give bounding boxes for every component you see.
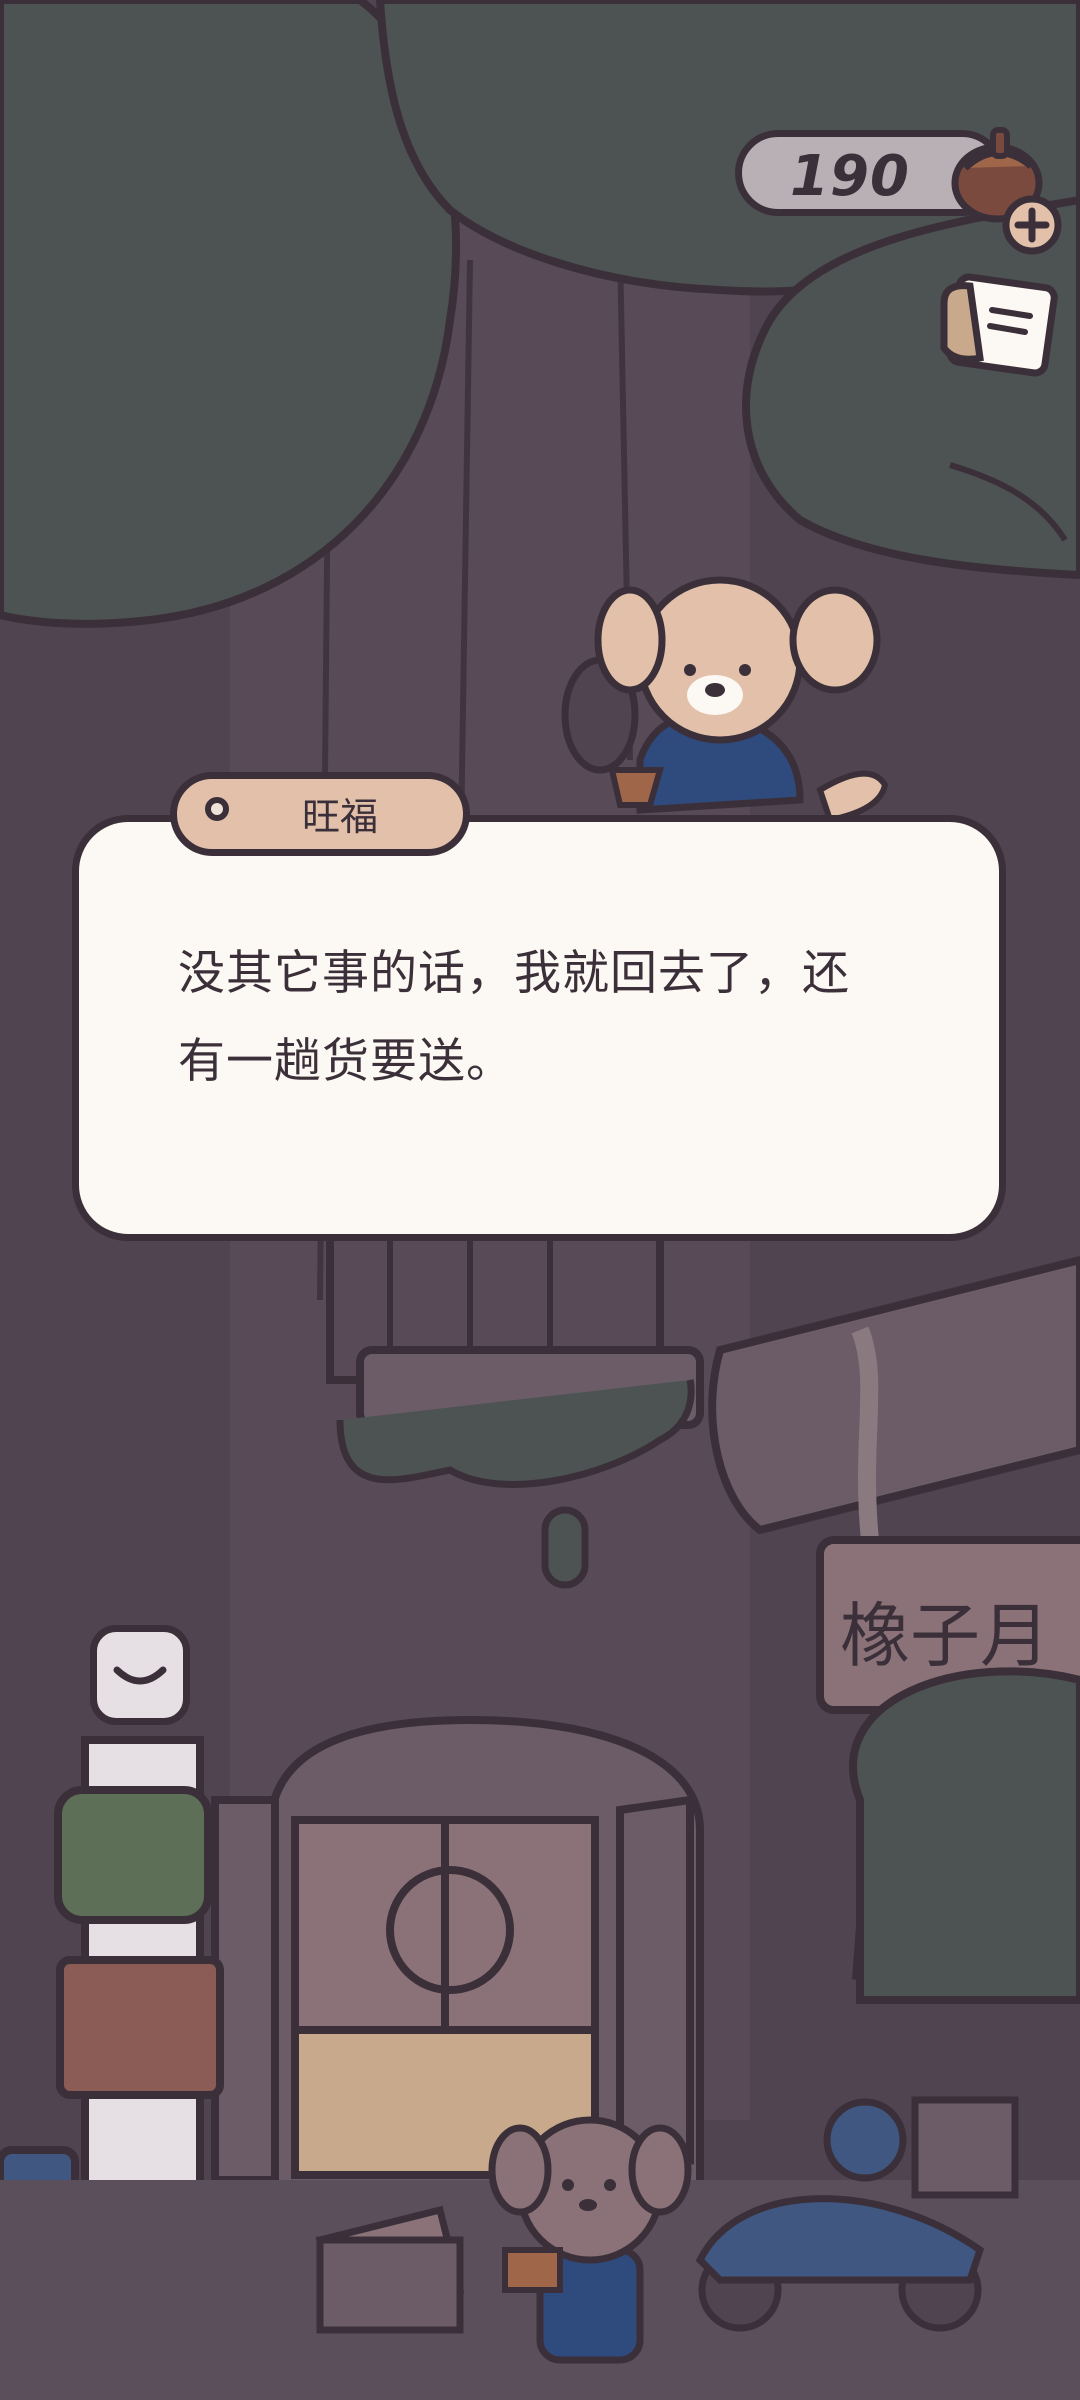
plus-icon[interactable] (1000, 193, 1064, 257)
currency-value: 190 (790, 143, 910, 209)
chevron-down-icon (113, 1666, 167, 1685)
speaker-name: 旺福 (301, 794, 378, 839)
sign-text: 橡子月 (840, 1595, 1050, 1677)
speaker-dot-icon (205, 797, 229, 821)
collapse-button[interactable] (90, 1625, 190, 1725)
note-card-icon[interactable] (930, 268, 1060, 388)
dialog-text: 没其它事的话，我就回去了，还 有一趟货要送。 (178, 946, 850, 1089)
tree-door (211, 1715, 704, 2194)
